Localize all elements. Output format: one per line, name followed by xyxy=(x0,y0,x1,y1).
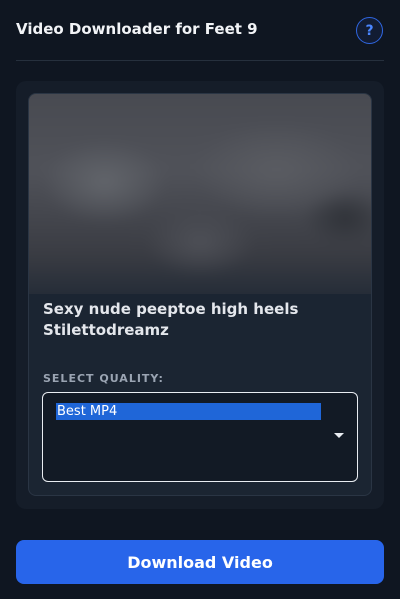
thumbnail-image xyxy=(29,94,371,294)
app-title: Video Downloader for Feet 9 xyxy=(16,20,258,38)
header: Video Downloader for Feet 9 ? xyxy=(0,0,400,61)
video-thumbnail xyxy=(29,94,371,294)
help-button[interactable]: ? xyxy=(356,17,383,44)
video-title: Sexy nude peeptoe high heels Stilettodre… xyxy=(43,300,299,339)
select-quality-label: SELECT QUALITY: xyxy=(43,372,164,385)
quality-option-selected[interactable]: Best MP4 xyxy=(56,403,321,420)
quality-select[interactable]: Best MP4 xyxy=(42,392,358,482)
chevron-down-icon xyxy=(334,433,344,438)
help-icon: ? xyxy=(365,22,374,39)
download-video-button[interactable]: Download Video xyxy=(16,540,384,584)
header-divider xyxy=(16,60,384,61)
